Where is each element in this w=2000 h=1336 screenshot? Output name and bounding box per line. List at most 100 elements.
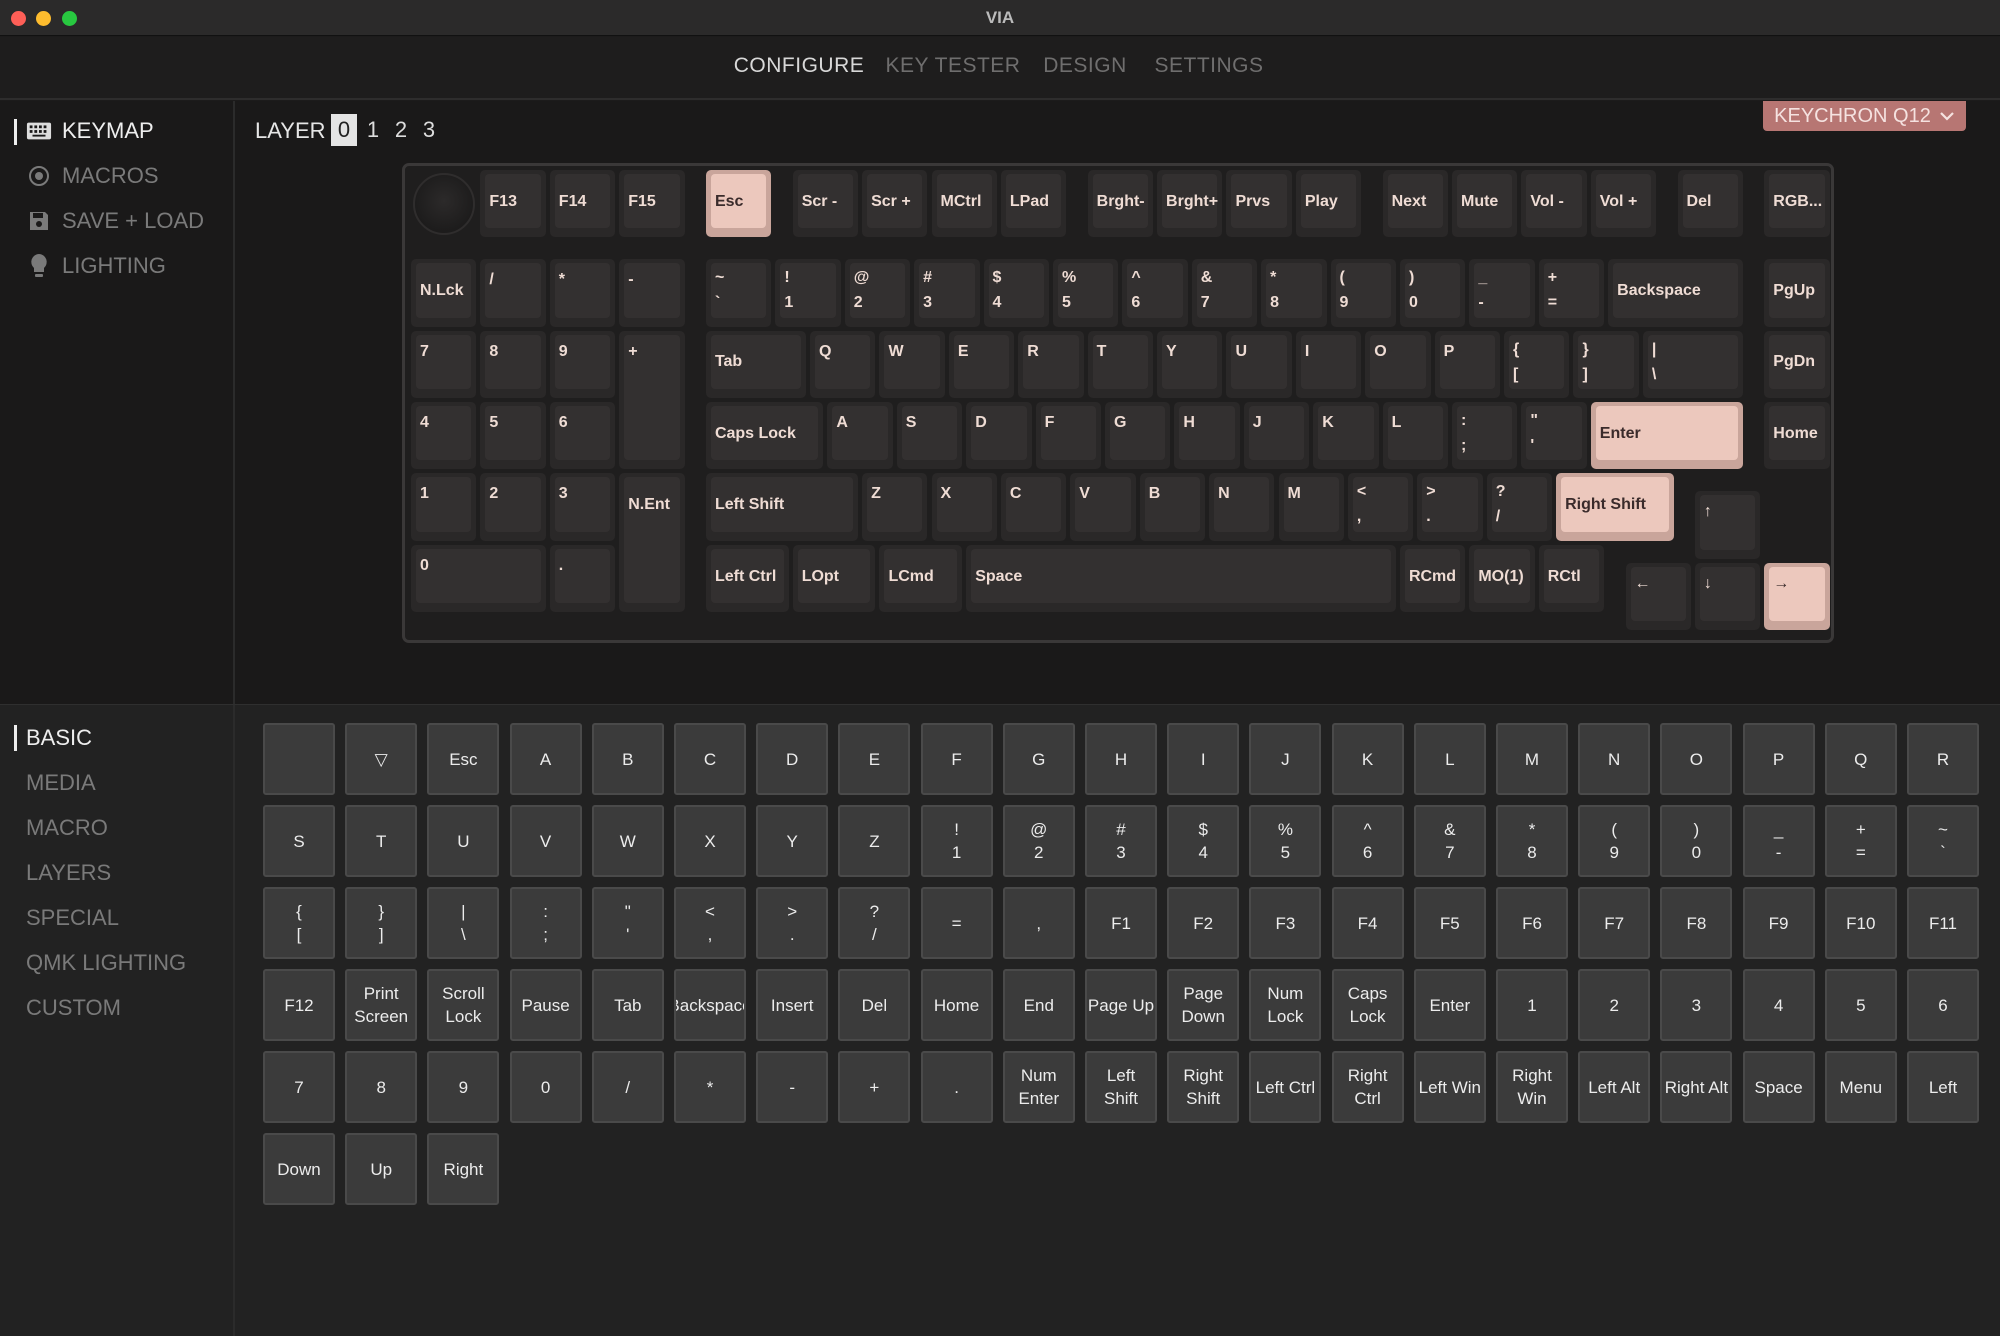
keycode-button[interactable]: . [920, 1051, 993, 1123]
keyboard-key[interactable]: LCmd [879, 544, 963, 613]
keyboard-key[interactable]: P [1434, 330, 1501, 399]
category-layers[interactable]: LAYERS [26, 860, 111, 886]
keycode-button[interactable]: Menu [1824, 1051, 1897, 1123]
keycode-button[interactable]: ▽ [345, 723, 418, 795]
keycode-button[interactable]: Page Up [1085, 969, 1157, 1041]
keycode-button[interactable]: X [674, 805, 746, 877]
keyboard-key[interactable]: R [1018, 330, 1084, 399]
category-macro[interactable]: MACRO [26, 815, 108, 841]
category-media[interactable]: MEDIA [26, 770, 96, 796]
keycode-button[interactable]: H [1085, 723, 1157, 795]
keyboard-key[interactable]: Z [862, 473, 928, 541]
keycode-button[interactable]: Right Win [1496, 1051, 1568, 1123]
keycode-button[interactable]: 9 [427, 1051, 500, 1123]
layer-1-button[interactable]: 1 [360, 114, 386, 146]
keyboard-key[interactable]: 4 [411, 402, 477, 470]
keyboard-key[interactable]: Q [810, 330, 876, 399]
keycode-button[interactable]: ! 1 [920, 805, 993, 877]
keyboard-key[interactable]: & 7 [1191, 259, 1258, 327]
keyboard-key[interactable]: ) 0 [1399, 259, 1466, 327]
keyboard-key[interactable]: 2 [480, 473, 546, 541]
keyboard-key[interactable]: LOpt [792, 544, 876, 613]
keycode-button[interactable]: Left [1907, 1051, 1979, 1123]
keycode-button[interactable]: U [427, 805, 500, 877]
keycode-button[interactable]: F1 [1085, 887, 1157, 959]
keycode-button[interactable]: O [1660, 723, 1733, 795]
keycode-button[interactable]: S [263, 805, 335, 877]
keycode-button[interactable]: $ 4 [1167, 805, 1240, 877]
keyboard-key[interactable]: 3 [549, 473, 616, 541]
keycode-button[interactable]: F12 [263, 969, 335, 1041]
keycode-button[interactable]: I [1167, 723, 1240, 795]
keycode-button[interactable]: F9 [1742, 887, 1815, 959]
keycode-button[interactable]: Num Enter [1002, 1051, 1075, 1123]
keycode-button[interactable]: F2 [1167, 887, 1240, 959]
keyboard-key[interactable]: Esc [705, 170, 772, 238]
keyboard-key[interactable]: ↓ [1694, 562, 1761, 631]
keyboard-key[interactable]: D [966, 402, 1032, 470]
keyboard-key[interactable]: Home [1764, 402, 1830, 470]
keycode-button[interactable]: T [345, 805, 418, 877]
keyboard-key[interactable]: / [480, 259, 546, 327]
keycode-button[interactable]: + [838, 1051, 911, 1123]
keycode-button[interactable]: # 3 [1085, 805, 1157, 877]
keycode-button[interactable]: K [1331, 723, 1404, 795]
keyboard-key[interactable]: 7 [411, 330, 477, 399]
keyboard-key[interactable]: RGB... [1764, 170, 1830, 238]
keyboard-key[interactable]: LPad [1000, 170, 1067, 238]
keycode-button[interactable]: _ - [1742, 805, 1815, 877]
keycode-button[interactable]: * [674, 1051, 746, 1123]
keyboard-key[interactable]: < , [1347, 473, 1414, 541]
sidebar-item-lighting[interactable]: LIGHTING [26, 253, 166, 279]
keyboard-key[interactable]: PgDn [1764, 330, 1830, 399]
keyboard-key[interactable]: I [1295, 330, 1362, 399]
category-special[interactable]: SPECIAL [26, 905, 119, 931]
keycode-button[interactable]: Down [263, 1133, 335, 1205]
keyboard-key[interactable]: 5 [480, 402, 546, 470]
keycode-button[interactable]: ? / [838, 887, 911, 959]
keycode-button[interactable]: F4 [1331, 887, 1404, 959]
keycode-button[interactable]: Home [920, 969, 993, 1041]
keyboard-key[interactable]: { [ [1504, 330, 1570, 399]
keycode-button[interactable] [263, 723, 335, 795]
keycode-button[interactable]: C [674, 723, 746, 795]
keycode-button[interactable]: Left Shift [1085, 1051, 1157, 1123]
keyboard-key[interactable]: Right Shift [1556, 473, 1674, 541]
keycode-button[interactable]: Insert [756, 969, 829, 1041]
keyboard-key[interactable]: " ' [1521, 402, 1587, 470]
keycode-button[interactable]: R [1907, 723, 1979, 795]
keyboard-key[interactable]: ← [1625, 562, 1691, 631]
keyboard-key[interactable]: | \ [1642, 330, 1743, 399]
keycode-button[interactable]: Page Down [1167, 969, 1240, 1041]
keyboard-key[interactable]: H [1174, 402, 1240, 470]
keycode-button[interactable]: & 7 [1413, 805, 1486, 877]
keycode-button[interactable]: Up [345, 1133, 418, 1205]
keyboard-key[interactable]: U [1226, 330, 1292, 399]
category-basic[interactable]: BASIC [26, 725, 92, 751]
keyboard-key[interactable]: F14 [549, 170, 616, 238]
keyboard-key[interactable]: % 5 [1052, 259, 1119, 327]
keycode-button[interactable]: % 5 [1249, 805, 1322, 877]
keycode-button[interactable]: | \ [427, 887, 500, 959]
keyboard-key[interactable]: ↑ [1694, 491, 1761, 559]
keyboard-key[interactable]: Play [1295, 170, 1362, 238]
keycode-button[interactable]: } ] [345, 887, 418, 959]
keyboard-key[interactable]: * [549, 259, 616, 327]
keycode-button[interactable]: 8 [345, 1051, 418, 1123]
keyboard-key[interactable]: Tab [705, 330, 807, 399]
keyboard-key[interactable]: + = [1538, 259, 1605, 327]
keyboard-key[interactable]: ~ ` [705, 259, 772, 327]
tab-design[interactable]: DESIGN [1043, 54, 1127, 78]
layer-2-button[interactable]: 2 [388, 114, 414, 146]
device-selector[interactable]: KEYCHRON Q12 [1763, 101, 1966, 131]
keyboard-key[interactable]: # 3 [914, 259, 980, 327]
keyboard-key[interactable]: S [896, 402, 963, 470]
keycode-button[interactable]: Enter [1413, 969, 1486, 1041]
keycode-button[interactable]: 5 [1824, 969, 1897, 1041]
keycode-button[interactable]: F3 [1249, 887, 1322, 959]
keycode-button[interactable]: ^ 6 [1331, 805, 1404, 877]
keyboard-key[interactable]: 6 [549, 402, 616, 470]
keyboard-key[interactable]: Vol - [1521, 170, 1587, 238]
keycode-button[interactable]: @ 2 [1002, 805, 1075, 877]
keycode-button[interactable]: Right Shift [1167, 1051, 1240, 1123]
